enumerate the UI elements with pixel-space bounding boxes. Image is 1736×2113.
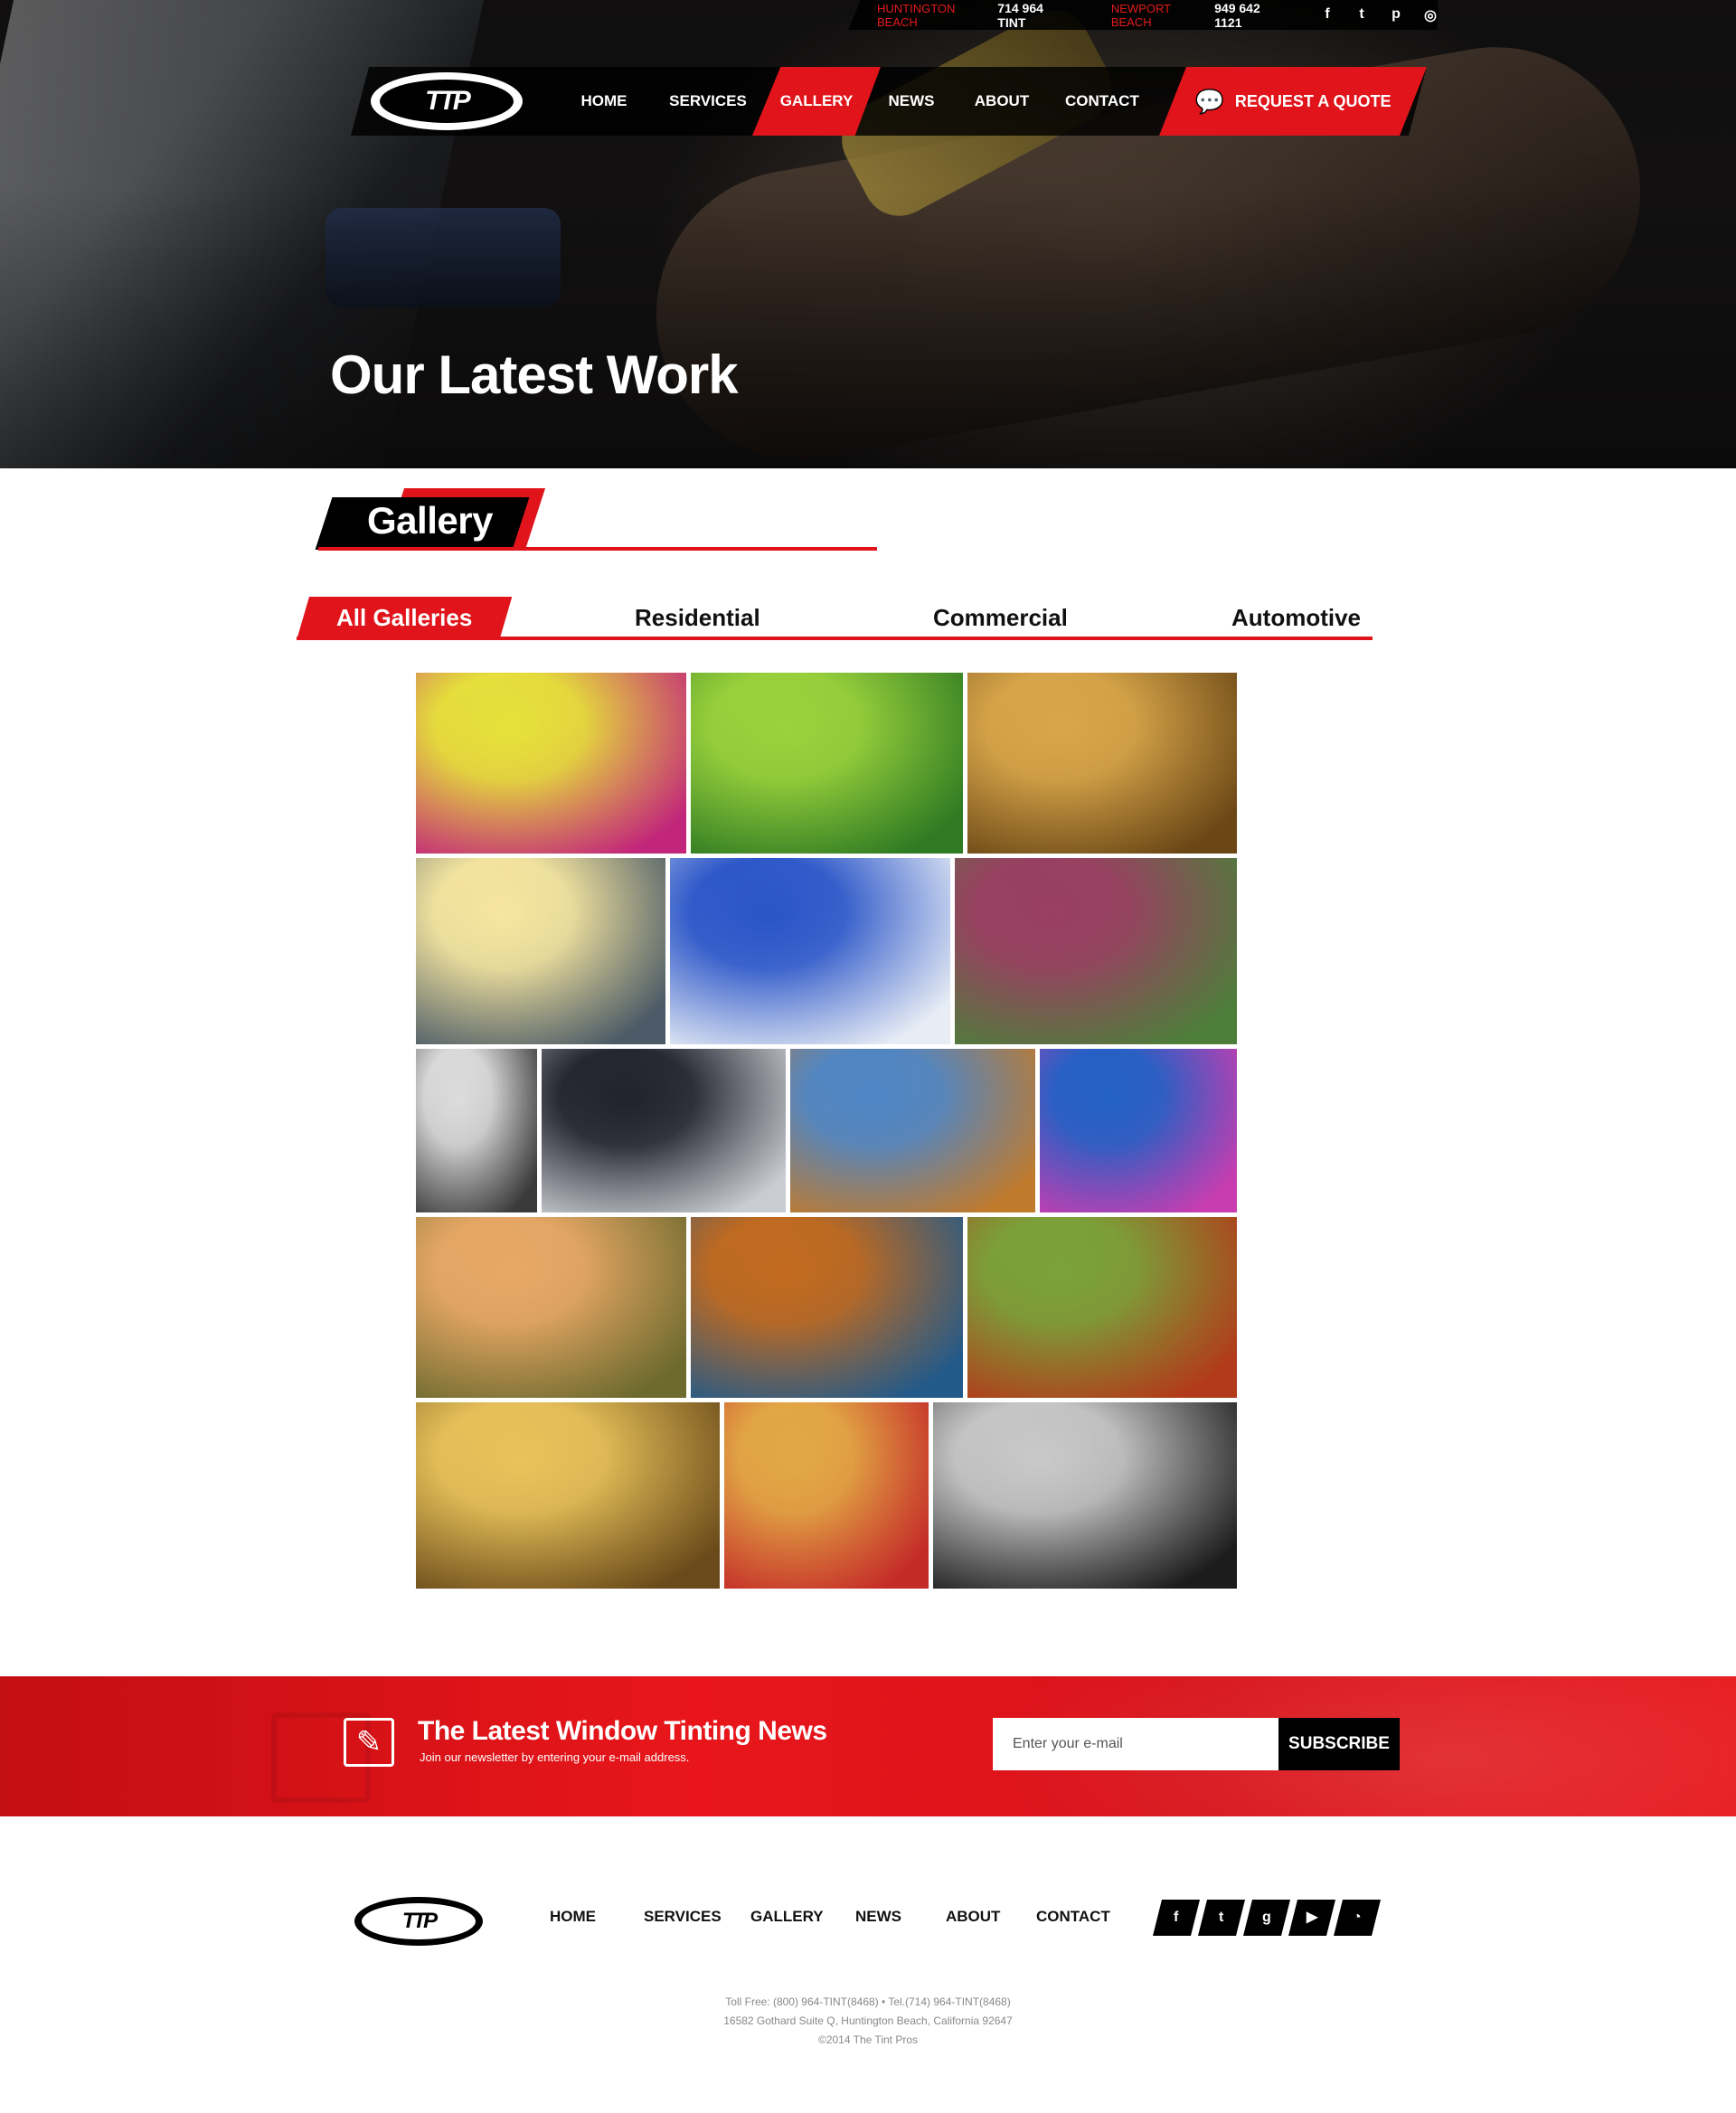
request-quote-button[interactable]: 💬 REQUEST A QUOTE [1159,67,1427,136]
footer-facebook-button[interactable]: f [1153,1900,1200,1936]
gallery-tile-decorated-elephant[interactable] [724,1402,929,1589]
footer-nav-news[interactable]: NEWS [855,1908,901,1926]
tab-commercial[interactable]: Commercial [933,597,1068,640]
request-quote-label: REQUEST A QUOTE [1234,91,1392,110]
gallery-tile-forest-sunbeams[interactable] [416,1402,720,1589]
top-contact-bar: HUNTINGTON BEACH 714 964 TINT NEWPORT BE… [848,0,1438,30]
twitter-icon: t [1219,1910,1224,1925]
site-logo[interactable]: TTP [371,72,523,130]
gallery-tile-balloons-valley[interactable] [416,1217,686,1398]
newsletter-title: The Latest Window Tinting News [418,1716,827,1746]
gallery-tile-sunset-pier[interactable] [416,858,665,1044]
gallery-tile-rice-terraces[interactable] [691,673,963,854]
pencil-note-icon: ✎ [344,1718,394,1767]
nav-home[interactable]: HOME [570,67,638,136]
gallery-tile-snowy-mountains[interactable] [542,1049,786,1212]
location-phone-1[interactable]: 714 964 TINT [997,1,1070,30]
location-phone-2[interactable]: 949 642 1121 [1214,1,1286,30]
tab-automotive[interactable]: Automotive [1231,597,1361,640]
footer-nav-services[interactable]: SERVICES [644,1908,722,1926]
tab-all-galleries[interactable]: All Galleries [297,597,512,640]
gallery-tile-santorini-domes[interactable] [670,858,950,1044]
chat-bubbles-icon: 💬 [1194,87,1224,115]
youtube-icon: ▶ [1306,1910,1318,1925]
footer-youtube-button[interactable]: ▶ [1288,1900,1335,1936]
nav-news[interactable]: NEWS [882,67,940,136]
tab-residential[interactable]: Residential [635,597,760,640]
newsletter-email-field[interactable] [993,1718,1278,1770]
location-city-1: HUNTINGTON BEACH [877,1,956,29]
location-city-2: NEWPORT BEACH [1110,1,1171,29]
gallery-tile-monks-temple[interactable] [967,1217,1237,1398]
newsletter-subtitle: Join our newsletter by entering your e-m… [420,1750,690,1764]
footer-logo[interactable]: TTP [354,1897,483,1946]
facebook-icon: f [1174,1910,1179,1925]
footer-nav-gallery[interactable]: GALLERY [750,1908,824,1926]
footer-twitter-button[interactable]: t [1198,1900,1245,1936]
footer-rss-button[interactable]: ◔ [1334,1900,1381,1936]
footer-copyright: ©2014 The Tint Pros [817,2033,918,2046]
nav-about[interactable]: ABOUT [973,67,1031,136]
google-plus-icon: g [1262,1910,1271,1925]
gallery-tile-rocky-shore[interactable] [933,1402,1237,1589]
gallery-tile-blue-abstract[interactable] [1040,1049,1237,1212]
nav-services[interactable]: SERVICES [665,67,750,136]
newsletter-banner: ✎ The Latest Window Tinting News Join ou… [0,1676,1736,1816]
top-social-links: f t p ◎ [1320,6,1438,24]
gallery-heading-text: Gallery [367,499,493,542]
gallery-heading: Gallery [315,488,880,552]
logo-text: TTP [380,80,514,123]
subscribe-button[interactable]: SUBSCRIBE [1278,1718,1400,1770]
gallery-tile-old-man-portrait[interactable] [416,1049,537,1212]
gallery-filter-tabs: All Galleries Residential Commercial Aut… [297,597,1373,640]
gallery-tile-desert-dunes[interactable] [967,673,1237,854]
pinterest-icon[interactable]: p [1389,6,1403,24]
footer-nav-about[interactable]: ABOUT [946,1908,1000,1926]
instagram-icon[interactable]: ◎ [1423,6,1438,24]
footer-phone-line: Toll Free: (800) 964-TINT(8468) • Tel.(7… [725,1995,1011,2008]
footer-logo-text: TTP [362,1903,476,1939]
gallery-tile-mountain-river[interactable] [955,858,1237,1044]
gallery-tile-colored-hands[interactable] [416,673,686,854]
gallery-tile-tribal-children[interactable] [790,1049,1035,1212]
twitter-icon[interactable]: t [1354,6,1369,24]
rss-icon: ◔ [1353,1910,1362,1925]
facebook-icon[interactable]: f [1320,6,1335,24]
footer-nav-contact[interactable]: CONTACT [1036,1908,1110,1926]
gallery-tile-autumn-lake[interactable] [691,1217,963,1398]
footer-address-line: 16582 Gothard Suite Q, Huntington Beach,… [723,2014,1013,2027]
footer-nav-home[interactable]: HOME [550,1908,596,1926]
nav-contact[interactable]: CONTACT [1065,67,1139,136]
footer-google-plus-button[interactable]: g [1243,1900,1290,1936]
page-title: Our Latest Work [330,344,739,405]
